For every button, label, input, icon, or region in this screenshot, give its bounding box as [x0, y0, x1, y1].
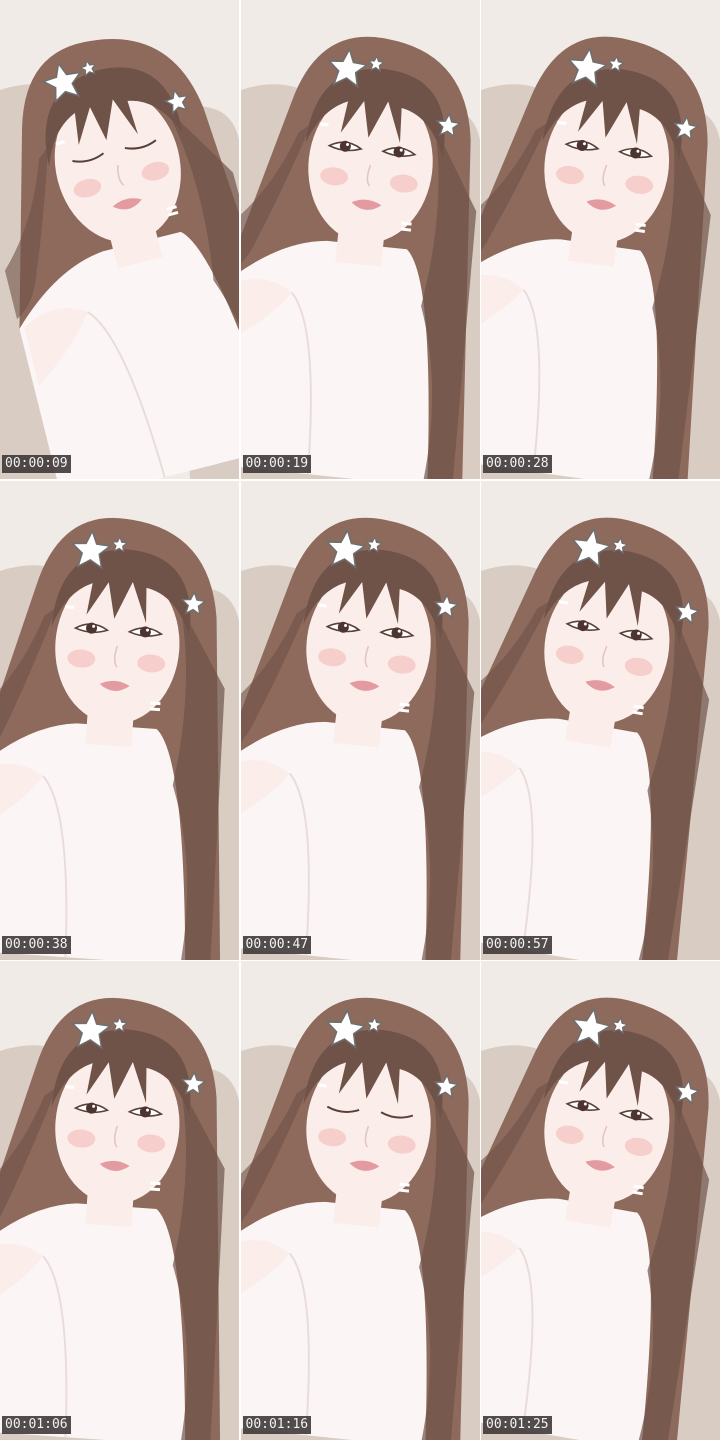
portrait-scene: [240, 480, 480, 960]
frame-timestamp: 00:00:47: [242, 935, 312, 954]
frame-timestamp: 00:00:38: [2, 935, 71, 954]
video-frame[interactable]: 00:00:19: [240, 0, 480, 479]
video-frame[interactable]: 00:00:09: [0, 0, 239, 479]
frame-timestamp: 00:01:25: [483, 1416, 552, 1434]
portrait-scene: [240, 0, 480, 479]
video-frame[interactable]: 00:00:38: [0, 480, 239, 960]
video-frame[interactable]: 00:00:28: [481, 0, 720, 479]
portrait-scene: [481, 961, 720, 1440]
portrait-scene: [481, 0, 720, 479]
video-frame[interactable]: 00:01:16: [240, 961, 480, 1440]
portrait-scene: [240, 961, 480, 1440]
portrait-scene: [481, 480, 720, 960]
frame-timestamp: 00:00:19: [242, 455, 312, 473]
frame-timestamp: 00:00:09: [2, 455, 71, 473]
portrait-scene: [0, 961, 239, 1440]
sparkle-dash: [64, 604, 75, 609]
sparkle-dash: [64, 1085, 75, 1089]
video-frame[interactable]: 00:00:47: [240, 480, 480, 960]
video-frame[interactable]: 00:01:25: [481, 961, 720, 1440]
frame-timestamp: 00:00:28: [483, 455, 552, 473]
video-frame[interactable]: 00:00:57: [481, 480, 720, 960]
frame-timestamp: 00:01:06: [2, 1416, 71, 1434]
portrait-scene: [0, 0, 239, 479]
portrait-scene: [0, 480, 239, 960]
video-frame[interactable]: 00:01:06: [0, 961, 239, 1440]
frame-timestamp: 00:00:57: [483, 935, 552, 954]
frame-timestamp: 00:01:16: [242, 1416, 312, 1434]
contact-sheet-grid: 00:00:09 00:00:19 00:00:28 00:00:38 00:0…: [0, 0, 720, 1440]
